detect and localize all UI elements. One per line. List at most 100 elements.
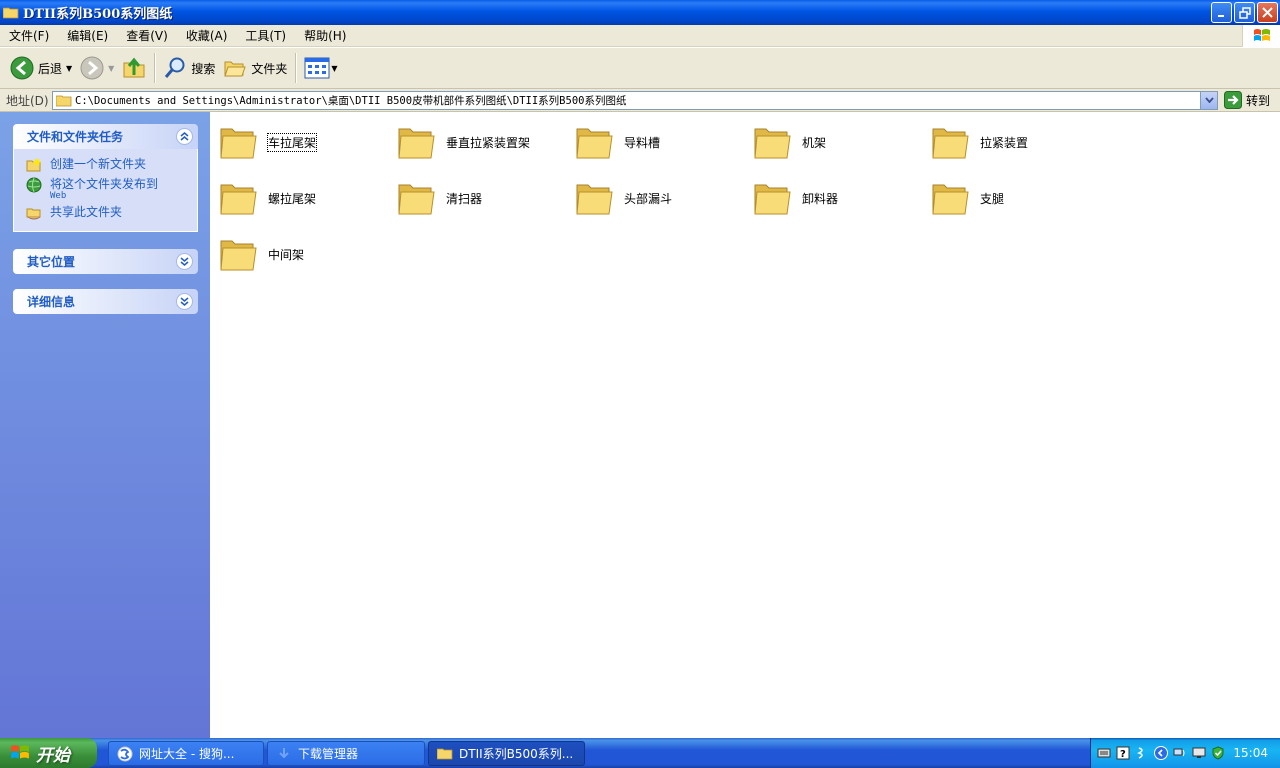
folder-icon xyxy=(220,240,257,271)
folder-item[interactable]: 卸料器 xyxy=(753,173,929,223)
keyboard-icon[interactable] xyxy=(1097,746,1111,760)
folder-item[interactable]: 头部漏斗 xyxy=(575,173,751,223)
start-label: 开始 xyxy=(36,745,70,766)
minimize-button[interactable] xyxy=(1211,2,1232,23)
search-label: 搜索 xyxy=(191,61,216,76)
menu-edit[interactable]: 编辑(E) xyxy=(58,25,117,47)
close-button[interactable] xyxy=(1257,2,1278,23)
up-button[interactable] xyxy=(118,51,150,85)
other-places-header[interactable]: 其它位置 xyxy=(13,249,198,274)
taskbar-button-label: 下载管理器 xyxy=(298,747,359,761)
task-pane: 文件和文件夹任务 创建一个新文件夹 将这个文件夹发布到 Web 共享此文件夹 其… xyxy=(0,112,210,738)
folder-item[interactable]: 垂直拉紧装置架 xyxy=(397,117,573,167)
share-folder-icon xyxy=(26,208,41,220)
expand-icon[interactable] xyxy=(176,293,193,310)
taskbar-button-download[interactable]: 下载管理器 xyxy=(267,741,425,766)
input-method-icon[interactable] xyxy=(1135,746,1149,760)
security-shield-icon[interactable] xyxy=(1211,746,1225,760)
taskbar-button-label: 网址大全 - 搜狗... xyxy=(139,747,235,761)
folder-view[interactable]: 车拉尾架 垂直拉紧装置架 导料槽 机架 拉紧装置 螺拉尾架 清扫器 头部漏斗 卸… xyxy=(210,112,1280,738)
views-dropdown-icon[interactable]: ▼ xyxy=(331,64,337,73)
window-title: DTII系列B500系列图纸 xyxy=(23,7,173,22)
task-share-folder[interactable]: 共享此文件夹 xyxy=(26,205,189,221)
folder-item[interactable]: 拉紧装置 xyxy=(931,117,1107,167)
folder-icon xyxy=(932,184,969,215)
folder-name: 中间架 xyxy=(268,247,305,262)
display-icon[interactable] xyxy=(1192,746,1206,760)
folder-icon xyxy=(3,7,19,19)
forward-button[interactable]: ▼ xyxy=(76,51,118,85)
folder-name: 螺拉尾架 xyxy=(268,191,317,206)
folder-icon xyxy=(576,184,613,215)
folder-icon xyxy=(754,128,791,159)
menu-file[interactable]: 文件(F) xyxy=(0,25,58,47)
restore-button[interactable] xyxy=(1234,2,1255,23)
folder-icon xyxy=(932,128,969,159)
task-publish-web-label: 将这个文件夹发布到 xyxy=(50,177,159,191)
views-button[interactable]: ▼ xyxy=(300,51,341,85)
folder-icon xyxy=(754,184,791,215)
network-icon[interactable] xyxy=(1173,746,1187,760)
go-arrow-icon xyxy=(1224,91,1242,109)
search-button[interactable]: 搜索 xyxy=(159,51,219,85)
windows-logo xyxy=(1242,25,1280,47)
taskbar-button-explorer[interactable]: DTII系列B500系列... xyxy=(428,741,585,766)
windows-flag-icon xyxy=(1253,29,1270,41)
menu-view[interactable]: 查看(V) xyxy=(117,25,177,47)
help-icon[interactable]: ? xyxy=(1116,746,1130,760)
taskbar-button-sogou[interactable]: 网址大全 - 搜狗... xyxy=(108,741,264,766)
folder-item[interactable]: 车拉尾架 xyxy=(219,117,395,167)
download-icon xyxy=(279,747,289,758)
clock[interactable]: 15:04 xyxy=(1233,746,1268,760)
search-icon xyxy=(165,57,185,78)
folder-name: 卸料器 xyxy=(802,191,839,206)
folder-name: 垂直拉紧装置架 xyxy=(446,135,531,150)
address-input[interactable]: C:\Documents and Settings\Administrator\… xyxy=(52,90,1218,110)
file-folder-tasks-header[interactable]: 文件和文件夹任务 xyxy=(13,124,198,149)
details-title: 详细信息 xyxy=(27,295,76,309)
minimize-icon xyxy=(1217,14,1224,17)
folder-name: 车拉尾架 xyxy=(266,132,318,152)
other-places-group: 其它位置 xyxy=(13,249,198,274)
taskbar-button-label: DTII系列B500系列... xyxy=(459,747,574,761)
back-label: 后退 xyxy=(38,61,63,76)
back-button[interactable]: 后退 ▼ xyxy=(6,51,76,85)
folder-item[interactable]: 导料槽 xyxy=(575,117,751,167)
task-new-folder-label: 创建一个新文件夹 xyxy=(50,157,147,171)
folders-button[interactable]: 文件夹 xyxy=(219,51,291,85)
forward-dropdown-icon[interactable]: ▼ xyxy=(108,64,114,73)
toolbar-separator xyxy=(295,53,297,83)
globe-icon xyxy=(26,177,42,193)
menu-tools[interactable]: 工具(T) xyxy=(236,25,295,47)
folder-icon xyxy=(220,184,257,215)
task-new-folder[interactable]: 创建一个新文件夹 xyxy=(26,157,189,173)
folder-item[interactable]: 机架 xyxy=(753,117,929,167)
menu-help[interactable]: 帮助(H) xyxy=(295,25,355,47)
start-button[interactable]: 开始 xyxy=(0,738,97,768)
address-dropdown-button[interactable] xyxy=(1200,91,1217,109)
folders-icon xyxy=(224,61,247,77)
folder-up-icon xyxy=(123,57,145,78)
folder-item[interactable]: 清扫器 xyxy=(397,173,573,223)
title-bar[interactable]: DTII系列B500系列图纸 xyxy=(0,0,1280,25)
folder-item[interactable]: 支腿 xyxy=(931,173,1107,223)
address-path: C:\Documents and Settings\Administrator\… xyxy=(75,94,627,107)
collapse-icon[interactable] xyxy=(176,128,193,145)
task-publish-web[interactable]: 将这个文件夹发布到 Web xyxy=(26,177,189,201)
go-button[interactable]: 转到 xyxy=(1224,91,1270,109)
folder-name: 头部漏斗 xyxy=(624,191,673,206)
folder-item[interactable]: 中间架 xyxy=(219,229,395,279)
expand-icon[interactable] xyxy=(176,253,193,270)
browser-icon xyxy=(117,746,133,761)
go-label: 转到 xyxy=(1246,93,1271,108)
folder-icon xyxy=(220,128,257,159)
folder-item[interactable]: 螺拉尾架 xyxy=(219,173,395,223)
taskbar: 开始 网址大全 - 搜狗... 下载管理器 DTII系列B500系列... ? xyxy=(0,738,1280,768)
folder-name: 支腿 xyxy=(980,191,1005,206)
back-dropdown-icon[interactable]: ▼ xyxy=(66,64,72,73)
chevron-left-icon[interactable] xyxy=(1154,746,1168,760)
menu-favorites[interactable]: 收藏(A) xyxy=(177,25,237,47)
details-header[interactable]: 详细信息 xyxy=(13,289,198,314)
folder-icon xyxy=(56,95,72,106)
other-places-title: 其它位置 xyxy=(27,255,76,269)
